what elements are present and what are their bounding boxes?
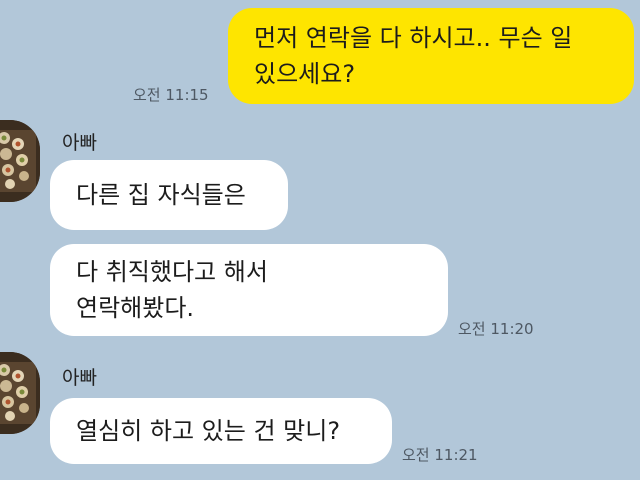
chat-view: 먼저 연락을 다 하시고.. 무슨 일 있으세요? 오전 11:15 아빠 다른… (0, 0, 640, 480)
message-timestamp: 오전 11:15 (133, 86, 209, 104)
their-message-bubble[interactable]: 다 취직했다고 해서 연락해봤다. (50, 244, 448, 336)
message-timestamp: 오전 11:20 (458, 320, 534, 338)
sender-avatar-icon[interactable] (0, 120, 40, 202)
my-message-bubble[interactable]: 먼저 연락을 다 하시고.. 무슨 일 있으세요? (228, 8, 634, 104)
sender-name: 아빠 (62, 367, 97, 389)
their-message-bubble[interactable]: 다른 집 자식들은 (50, 160, 288, 230)
their-message-bubble[interactable]: 열심히 하고 있는 건 맞니? (50, 398, 392, 464)
message-timestamp: 오전 11:21 (402, 446, 478, 464)
sender-avatar-icon[interactable] (0, 352, 40, 434)
sender-name: 아빠 (62, 132, 97, 154)
